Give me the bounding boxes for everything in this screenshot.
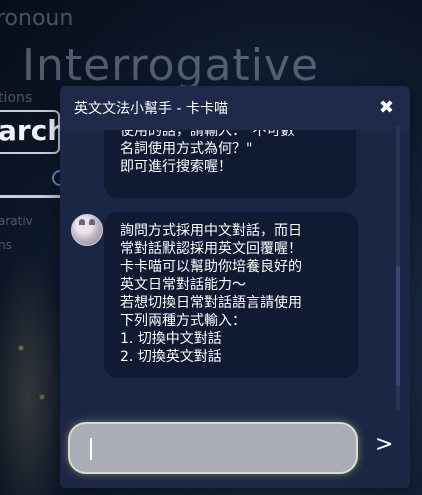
- background-search-label: arch: [0, 114, 68, 147]
- bot-message: 詢問方式採用中文對話，而日 常對話默認採用英文回覆喔！ 卡卡喵可以幫助你培養良好…: [104, 212, 358, 378]
- avatar-ear-icon: [79, 219, 85, 225]
- background-title: Interrogative: [22, 40, 320, 91]
- chat-messages[interactable]: 使用的話，請輸入："不可數 名詞使用方式為何？" 即可進行搜索喔！ 詢問方式採用…: [60, 130, 410, 410]
- text-caret: [90, 438, 92, 460]
- chat-footer: >: [60, 410, 410, 488]
- background-divider: [0, 195, 60, 198]
- chat-title: 英文文法小幫手 - 卡卡喵: [74, 101, 228, 117]
- avatar-ear-icon: [89, 219, 95, 225]
- background-text-pronoun: ronoun: [0, 6, 74, 31]
- scrollbar-thumb[interactable]: [396, 266, 400, 386]
- send-button[interactable]: >: [375, 432, 393, 457]
- chatbot-window: 英文文法小幫手 - 卡卡喵 ✖ 使用的話，請輸入："不可數 名詞使用方式為何？"…: [60, 86, 410, 488]
- message-input-box[interactable]: [68, 422, 358, 474]
- bot-avatar: [71, 214, 103, 246]
- background-text-tions: tions: [0, 90, 33, 106]
- message-input[interactable]: [84, 434, 338, 464]
- bot-message-previous: 使用的話，請輸入："不可數 名詞使用方式為何？" 即可進行搜索喔！: [104, 130, 356, 198]
- close-icon[interactable]: ✖: [379, 99, 394, 117]
- background-text-side1: arativ: [0, 214, 33, 228]
- chat-scrollbar[interactable]: [396, 126, 400, 416]
- chat-header: 英文文法小幫手 - 卡卡喵 ✖: [60, 86, 410, 130]
